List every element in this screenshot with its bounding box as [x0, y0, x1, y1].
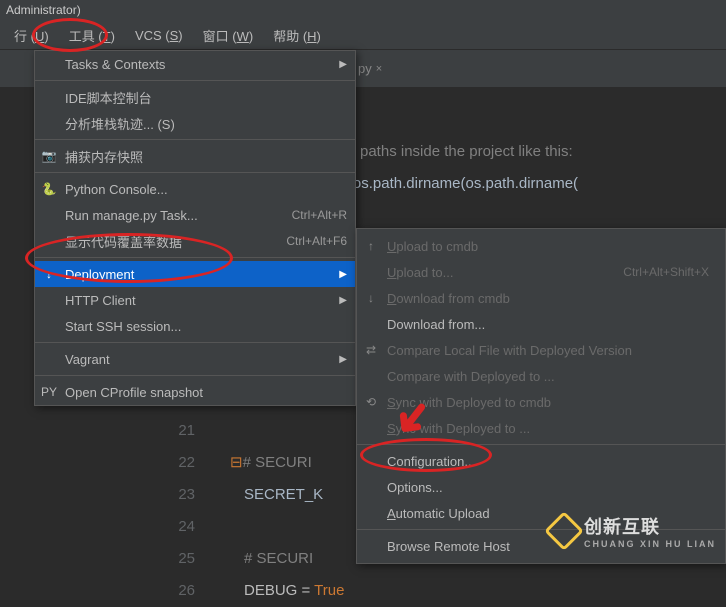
submenu-label: Options... — [387, 480, 443, 495]
code-26a: DEBUG — [244, 582, 297, 599]
chevron-right-icon: ▶ — [339, 295, 347, 306]
menu-label: HTTP Client — [65, 293, 136, 308]
menu-shortcut: Ctrl+Alt+R — [292, 208, 347, 222]
close-icon[interactable]: × — [376, 63, 382, 75]
menu-item[interactable]: PY Open CProfile snapshot — [35, 379, 355, 405]
line-number: 22 — [165, 447, 195, 479]
menu-bar: 行 (U) 工具 (T) VCS (S) 窗口 (W) 帮助 (H) — [0, 22, 726, 50]
window-title: Administrator) — [6, 3, 81, 17]
submenu-label: Sync with Deployed to cmdb — [387, 395, 551, 410]
chevron-right-icon: ▶ — [339, 59, 347, 70]
watermark-brand: 创新互联 — [584, 517, 660, 537]
submenu-item: Sync with Deployed to ... — [357, 415, 725, 441]
code-26b: = — [297, 582, 314, 599]
submenu-item: ↓ Download from cmdb — [357, 285, 725, 311]
submenu-item: Upload to... Ctrl+Alt+Shift+X — [357, 259, 725, 285]
submenu-label: Automatic Upload — [387, 506, 490, 521]
watermark-logo-icon — [544, 511, 584, 551]
menu-label: Deployment — [65, 267, 134, 282]
submenu-item[interactable]: Configuration... — [357, 448, 725, 474]
watermark-sub: CHUANG XIN HU LIAN — [584, 539, 716, 549]
menu-tools[interactable]: 工具 (T) — [59, 22, 125, 49]
menu-label: 分析堆栈轨迹... (S) — [65, 114, 175, 133]
menu-icon: 📷 — [41, 149, 57, 163]
line-number: 24 — [165, 511, 195, 543]
menu-item[interactable]: 📷 捕获内存快照 — [35, 143, 355, 169]
watermark: 创新互联 CHUANG XIN HU LIAN — [550, 513, 716, 549]
submenu-shortcut: Ctrl+Alt+Shift+X — [623, 265, 709, 279]
submenu-icon: ↑ — [363, 239, 379, 253]
menu-label: Tasks & Contexts — [65, 57, 165, 72]
line-number: 21 — [165, 415, 195, 447]
separator — [35, 139, 355, 140]
menu-label: 捕获内存快照 — [65, 147, 143, 166]
menu-item[interactable]: Start SSH session... — [35, 313, 355, 339]
menu-item[interactable]: HTTP Client ▶ — [35, 287, 355, 313]
menu-label: IDE脚本控制台 — [65, 88, 152, 107]
file-tab[interactable]: py × — [350, 61, 390, 76]
submenu-item[interactable]: Options... — [357, 474, 725, 500]
submenu-icon: ↓ — [363, 291, 379, 305]
menu-item[interactable]: ↕ Deployment ▶ — [35, 261, 355, 287]
tools-dropdown: Tasks & Contexts ▶ IDE脚本控制台分析堆栈轨迹... (S) 📷 捕… — [34, 50, 356, 406]
submenu-icon: ⟲ — [363, 395, 379, 409]
code-23: SECRET_K — [230, 479, 344, 511]
menu-icon: PY — [41, 385, 57, 399]
submenu-item: Compare with Deployed to ... — [357, 363, 725, 389]
menu-shortcut: Ctrl+Alt+F6 — [286, 234, 347, 248]
separator — [357, 444, 725, 445]
separator — [35, 257, 355, 258]
menu-window[interactable]: 窗口 (W) — [193, 22, 264, 49]
code-26c: True — [314, 582, 344, 599]
separator — [35, 172, 355, 173]
submenu-label: Compare with Deployed to ... — [387, 369, 555, 384]
chevron-right-icon: ▶ — [339, 269, 347, 280]
submenu-label: Download from... — [387, 317, 485, 332]
separator — [35, 342, 355, 343]
menu-icon: ↕ — [41, 267, 57, 281]
menu-item[interactable]: Vagrant ▶ — [35, 346, 355, 372]
separator — [35, 80, 355, 81]
menu-label: Open CProfile snapshot — [65, 385, 203, 400]
line-number: 23 — [165, 479, 195, 511]
menu-item[interactable]: 分析堆栈轨迹... (S) — [35, 110, 355, 136]
submenu-item[interactable]: Download from... — [357, 311, 725, 337]
submenu-item: ⇄ Compare Local File with Deployed Versio… — [357, 337, 725, 363]
menu-label: 显示代码覆盖率数据 — [65, 232, 182, 251]
menu-vcs[interactable]: VCS (S) — [125, 24, 193, 47]
menu-item[interactable]: IDE脚本控制台 — [35, 84, 355, 110]
menu-item[interactable]: 🐍 Python Console... — [35, 176, 355, 202]
line-number: 25 — [165, 543, 195, 575]
menu-label: Start SSH session... — [65, 319, 181, 334]
chevron-right-icon: ▶ — [339, 354, 347, 365]
menu-label: Run manage.py Task... — [65, 208, 198, 223]
tab-label: py — [358, 61, 372, 76]
submenu-item: ↑ Upload to cmdb — [357, 233, 725, 259]
line-gutter: 21 22 23 24 25 26 — [165, 415, 195, 607]
submenu-label: Upload to... — [387, 265, 454, 280]
menu-label: Python Console... — [65, 182, 168, 197]
code-block: ⊟# SECURI SECRET_K # SECURI DEBUG = True — [230, 415, 344, 607]
code-22: # SECURI — [243, 454, 312, 471]
submenu-icon: ⇄ — [363, 343, 379, 357]
menu-icon: 🐍 — [41, 182, 57, 196]
menu-item[interactable]: 显示代码覆盖率数据 Ctrl+Alt+F6 — [35, 228, 355, 254]
menu-run[interactable]: 行 (U) — [4, 22, 59, 49]
menu-item[interactable]: Run manage.py Task... Ctrl+Alt+R — [35, 202, 355, 228]
menu-help[interactable]: 帮助 (H) — [263, 22, 331, 49]
separator — [35, 375, 355, 376]
submenu-item: ⟲ Sync with Deployed to cmdb — [357, 389, 725, 415]
submenu-label: Configuration... — [387, 454, 475, 469]
submenu-label: Compare Local File with Deployed Version — [387, 343, 632, 358]
title-bar: Administrator) — [0, 0, 726, 22]
submenu-label: Browse Remote Host — [387, 539, 510, 554]
submenu-label: Upload to cmdb — [387, 239, 478, 254]
submenu-label: Sync with Deployed to ... — [387, 421, 530, 436]
line-number: 26 — [165, 575, 195, 607]
menu-label: Vagrant — [65, 352, 110, 367]
code-25: # SECURI — [230, 543, 344, 575]
submenu-label: Download from cmdb — [387, 291, 510, 306]
menu-item[interactable]: Tasks & Contexts ▶ — [35, 51, 355, 77]
